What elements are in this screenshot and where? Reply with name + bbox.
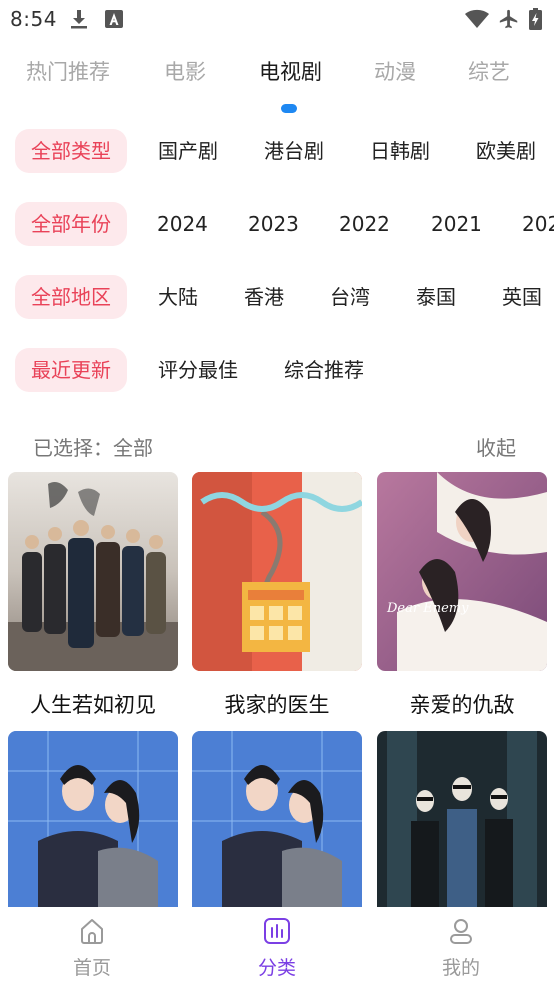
poster-image: Dear Enemy: [377, 472, 547, 671]
filter-row-year: 全部年份 2024 2023 2022 2021 202: [0, 202, 554, 246]
filter-year-option[interactable]: 2023: [248, 202, 299, 246]
nav-profile-label: 我的: [441, 957, 480, 979]
status-bar: 8:54: [0, 0, 554, 40]
filter-type-option[interactable]: 港台剧: [264, 129, 324, 173]
collapse-button[interactable]: 收起: [476, 432, 516, 461]
filter-sort-option[interactable]: 评分最佳: [158, 348, 238, 392]
card-title: 我家的医生: [224, 693, 330, 717]
poster-image: [8, 731, 178, 907]
nav-profile[interactable]: 我的: [401, 907, 521, 984]
poster-card[interactable]: [192, 472, 362, 671]
poster-card[interactable]: [377, 731, 547, 907]
text-a-icon: [104, 8, 124, 30]
filter-region-all[interactable]: 全部地区: [15, 275, 127, 319]
filter-region-option[interactable]: 大陆: [158, 275, 198, 319]
tab-hot[interactable]: 热门推荐: [26, 56, 110, 86]
poster-image: [8, 472, 178, 671]
svg-text:Dear Enemy: Dear Enemy: [386, 601, 469, 616]
nav-home-label: 首页: [72, 957, 111, 979]
nav-category[interactable]: 分类: [217, 907, 337, 984]
filter-row-region: 全部地区 大陆 香港 台湾 泰国 英国: [0, 275, 554, 319]
filter-sort-option[interactable]: 综合推荐: [284, 348, 364, 392]
wifi-icon: [463, 8, 491, 30]
filter-year-all[interactable]: 全部年份: [15, 202, 127, 246]
category-tabs: 热门推荐 电影 电视剧 动漫 综艺: [0, 56, 554, 96]
poster-image: [192, 731, 362, 907]
battery-charging-icon: [527, 8, 543, 30]
filter-row-sort: 最近更新 评分最佳 综合推荐: [0, 348, 554, 392]
card-title: 亲爱的仇敌: [409, 693, 515, 717]
bottom-navigation: 首页 分类 我的: [0, 907, 554, 984]
filter-year-option[interactable]: 2021: [431, 202, 482, 246]
filter-region-option[interactable]: 台湾: [330, 275, 370, 319]
nav-category-label: 分类: [257, 957, 296, 979]
filter-sort-recent[interactable]: 最近更新: [15, 348, 127, 392]
tab-movie[interactable]: 电影: [164, 56, 206, 86]
filter-type-option[interactable]: 日韩剧: [370, 129, 430, 173]
category-icon: [263, 917, 291, 945]
tab-variety[interactable]: 综艺: [468, 56, 510, 86]
tab-anime[interactable]: 动漫: [374, 56, 416, 86]
home-icon: [78, 917, 106, 945]
poster-card[interactable]: [8, 472, 178, 671]
airplane-icon: [497, 8, 521, 30]
card-title: 人生若如初见: [30, 693, 156, 717]
filter-type-option[interactable]: 国产剧: [158, 129, 218, 173]
filter-year-option[interactable]: 2022: [339, 202, 390, 246]
poster-card[interactable]: [192, 731, 362, 907]
download-icon: [68, 8, 90, 30]
poster-image: [192, 472, 362, 671]
tab-indicator: [281, 104, 297, 113]
filter-region-option[interactable]: 泰国: [416, 275, 456, 319]
profile-icon: [447, 917, 475, 945]
nav-home[interactable]: 首页: [32, 907, 152, 984]
status-time: 8:54: [10, 7, 57, 31]
selected-filters-text: 已选择：全部: [33, 436, 153, 460]
filter-region-option[interactable]: 英国: [502, 275, 542, 319]
poster-card[interactable]: [8, 731, 178, 907]
filter-type-option[interactable]: 欧美剧: [476, 129, 536, 173]
filter-year-option[interactable]: 2024: [157, 202, 208, 246]
poster-image: [377, 731, 547, 907]
filter-row-type: 全部类型 国产剧 港台剧 日韩剧 欧美剧: [0, 129, 554, 173]
tab-tv[interactable]: 电视剧: [259, 56, 322, 86]
filter-year-option[interactable]: 202: [522, 202, 554, 246]
filter-type-all[interactable]: 全部类型: [15, 129, 127, 173]
poster-card[interactable]: Dear Enemy: [377, 472, 547, 671]
filter-region-option[interactable]: 香港: [244, 275, 284, 319]
